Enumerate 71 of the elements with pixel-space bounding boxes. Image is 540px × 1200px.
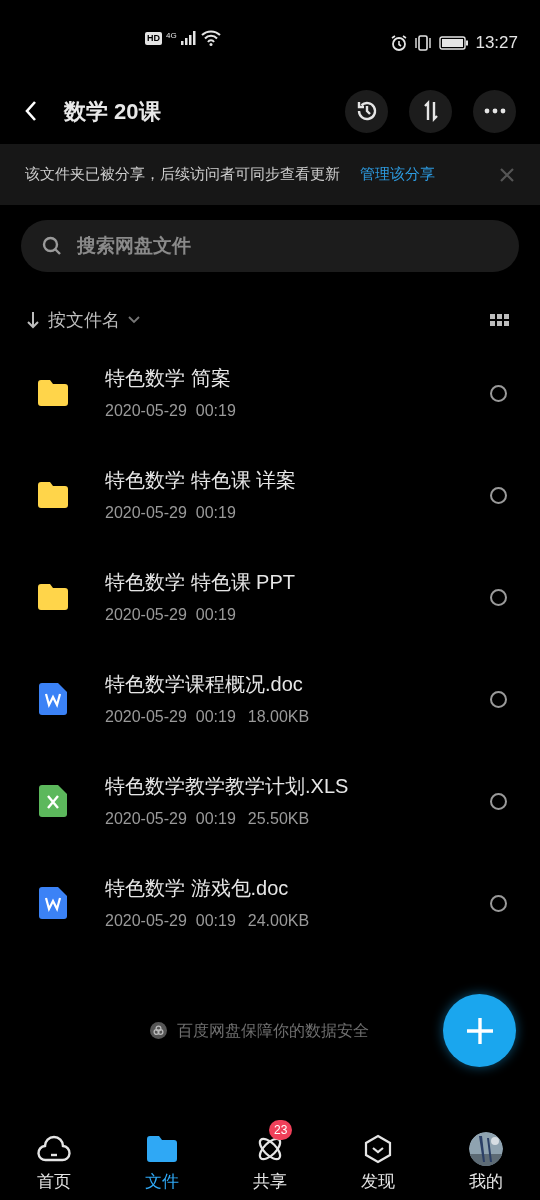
battery-icon: [439, 35, 470, 50]
grid-view-button[interactable]: [490, 313, 510, 327]
alarm-icon: [391, 34, 408, 51]
wifi-icon: [200, 30, 221, 46]
file-name: 特色数学 游戏包.doc: [105, 876, 290, 901]
sort-button[interactable]: [409, 89, 452, 133]
shield-logo-icon: [150, 1022, 167, 1039]
folder-icon: [36, 583, 70, 611]
select-radio[interactable]: [490, 384, 507, 402]
folder-icon: [146, 1134, 178, 1163]
file-size: 24.00KB: [247, 911, 310, 931]
file-date: 2020-05-29 00:19: [105, 707, 236, 727]
file-row[interactable]: 特色数学 特色课 PPT 2020-05-29 00:19: [0, 546, 540, 648]
notification-badge: 23: [269, 1119, 293, 1140]
hexagon-icon: [363, 1133, 393, 1164]
hd-icon: HD: [145, 31, 162, 45]
spreadsheet-icon: [39, 785, 67, 817]
grid-icon: [490, 313, 510, 327]
file-date: 2020-05-29 00:19: [105, 605, 236, 625]
file-size: 25.50KB: [247, 809, 310, 829]
select-radio[interactable]: [490, 894, 507, 912]
select-radio[interactable]: [490, 792, 507, 810]
nav-tab[interactable]: 发现: [324, 1117, 432, 1194]
share-notice-text: 该文件夹已被分享，后续访问者可同步查看更新: [25, 164, 340, 185]
document-icon: [39, 683, 67, 715]
select-radio[interactable]: [490, 486, 507, 504]
file-row[interactable]: 特色数学教学教学计划.XLS 2020-05-29 00:19 25.50KB: [0, 750, 540, 852]
more-button[interactable]: [473, 89, 516, 133]
down-arrow-icon: [26, 311, 40, 329]
file-name: 特色数学 特色课 PPT: [105, 570, 295, 595]
file-name: 特色数学教学教学计划.XLS: [105, 774, 349, 799]
page-title: 数学 20课: [64, 97, 161, 126]
select-radio[interactable]: [490, 690, 507, 708]
signal-icon: [180, 31, 197, 45]
chevron-down-icon: [128, 316, 140, 324]
file-date: 2020-05-29 00:19: [105, 401, 236, 421]
file-date: 2020-05-29 00:19: [105, 809, 236, 829]
file-row[interactable]: 特色数学 游戏包.doc 2020-05-29 00:19 24.00KB: [0, 852, 540, 954]
sort-by-name-button[interactable]: 按文件名: [26, 306, 140, 334]
file-date: 2020-05-29 00:19: [105, 503, 236, 523]
close-button[interactable]: [500, 166, 516, 183]
cloud-icon: [37, 1134, 71, 1163]
folder-icon: [36, 379, 70, 407]
document-icon: [39, 887, 67, 919]
nav-tab[interactable]: 23 共享: [216, 1117, 324, 1194]
select-radio[interactable]: [490, 588, 507, 606]
network-label: 4G: [166, 30, 177, 42]
nav-tab[interactable]: 首页: [0, 1117, 108, 1194]
back-icon: [24, 100, 38, 122]
plus-icon: [464, 1015, 495, 1046]
nav-tab[interactable]: 我的: [432, 1117, 540, 1194]
file-size: 18.00KB: [247, 707, 310, 727]
search-field[interactable]: 搜索网盘文件: [21, 220, 519, 272]
clock-time: 13:27: [475, 32, 518, 54]
search-icon: [42, 236, 62, 256]
file-name: 特色数学 特色课 详案: [105, 468, 297, 493]
file-date: 2020-05-29 00:19: [105, 911, 236, 931]
more-icon: [483, 108, 506, 114]
history-button[interactable]: [345, 89, 388, 133]
nav-tab[interactable]: 文件: [108, 1117, 216, 1194]
manage-share-link[interactable]: 管理该分享: [360, 163, 435, 186]
file-row[interactable]: 特色数学 简案 2020-05-29 00:19: [0, 342, 540, 444]
file-row[interactable]: 特色数学课程概况.doc 2020-05-29 00:19 18.00KB: [0, 648, 540, 750]
file-name: 特色数学课程概况.doc: [105, 672, 304, 697]
add-button[interactable]: [443, 994, 516, 1067]
vibrate-icon: [413, 34, 434, 51]
file-row[interactable]: 特色数学 特色课 详案 2020-05-29 00:19: [0, 444, 540, 546]
folder-icon: [36, 481, 70, 509]
close-icon: [500, 167, 514, 182]
security-note: 百度网盘保障你的数据安全: [177, 1020, 369, 1041]
file-name: 特色数学 简案: [105, 366, 232, 391]
